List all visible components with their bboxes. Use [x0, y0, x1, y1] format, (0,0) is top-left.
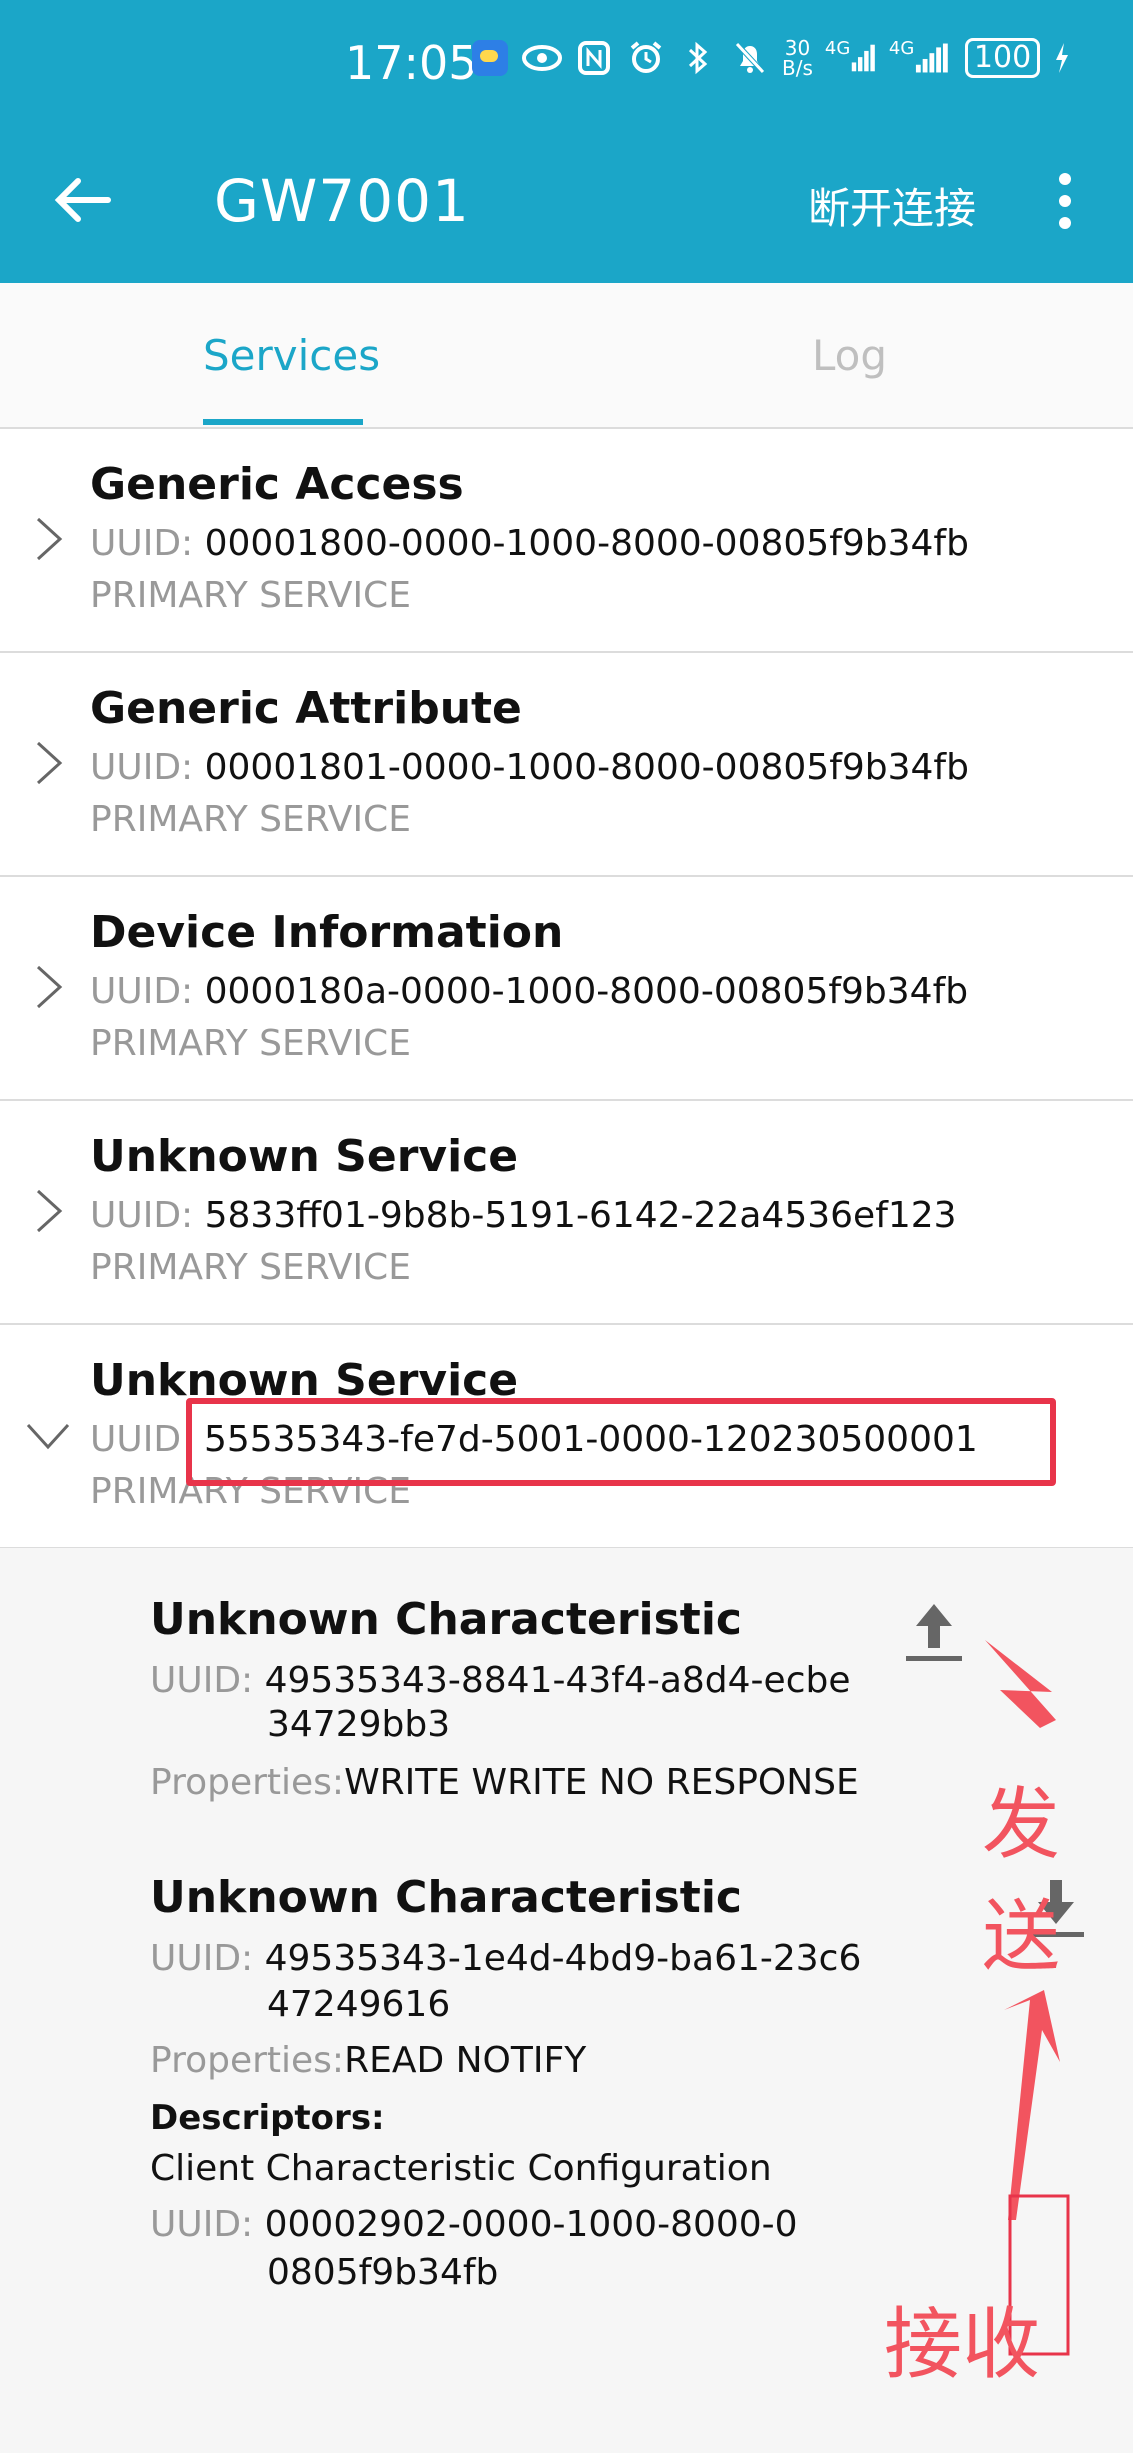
characteristic-name: Unknown Characteristic — [150, 1872, 742, 1923]
service-uuid: UUID: 00001801-0000-1000-8000-00805f9b34… — [90, 747, 969, 788]
descriptor-uuid-cont: 0805f9b34fb — [267, 2252, 499, 2293]
back-button[interactable] — [52, 175, 114, 225]
chevron-right-icon — [36, 965, 63, 1009]
service-uuid: UUID: 0000180a-0000-1000-8000-00805f9b34… — [90, 971, 969, 1012]
chevron-right-icon — [36, 1189, 63, 1233]
disconnect-button[interactable]: 断开连接 — [808, 175, 976, 236]
signal-icon-2: 4G — [889, 38, 953, 78]
characteristic-properties: Properties:READ NOTIFY — [150, 2040, 587, 2081]
chevron-down-icon — [26, 1423, 70, 1450]
mute-bell-icon — [730, 38, 770, 78]
bluetooth-icon — [678, 38, 718, 78]
device-title: GW7001 — [214, 167, 470, 235]
service-item-device-information[interactable]: Device Information UUID: 0000180a-0000-1… — [0, 877, 1133, 1101]
more-options-button[interactable] — [1050, 173, 1080, 229]
chevron-right-icon — [36, 741, 63, 785]
tab-log[interactable]: Log — [812, 331, 887, 380]
eye-icon — [522, 38, 562, 78]
service-name: Generic Attribute — [90, 683, 522, 734]
signal-icon-1: 4G — [825, 38, 877, 78]
service-name: Unknown Service — [90, 1131, 519, 1182]
service-uuid: UUID: 00001800-0000-1000-8000-00805f9b34… — [90, 523, 969, 564]
app-bar: 17:05 30 B/s 4G 4G 100 GW7001 断开连接 — [0, 0, 1133, 283]
characteristic-uuid: UUID: 49535343-1e4d-4bd9-ba61-23c6 — [150, 1938, 862, 1979]
chevron-right-icon — [36, 517, 63, 561]
service-uuid: UUID: 5833ff01-9b8b-5191-6142-22a4536ef1… — [90, 1195, 957, 1236]
characteristic-uuid: UUID: 49535343-8841-43f4-a8d4-ecbe — [150, 1660, 851, 1701]
characteristic-name: Unknown Characteristic — [150, 1594, 742, 1645]
network-speed: 30 B/s — [782, 36, 813, 80]
uuid-highlight-box — [186, 1398, 1056, 1486]
send-annotation: 发送 — [982, 1780, 1061, 1982]
status-bar: 17:05 30 B/s 4G 4G 100 — [0, 0, 1133, 125]
service-type: PRIMARY SERVICE — [90, 1247, 411, 1288]
service-item-generic-access[interactable]: Generic Access UUID: 00001800-0000-1000-… — [0, 429, 1133, 653]
alarm-icon — [626, 38, 666, 78]
receive-annotation: 接收 — [884, 2300, 1041, 2390]
descriptors-heading: Descriptors: — [150, 2098, 385, 2138]
service-item-unknown-1[interactable]: Unknown Service UUID: 5833ff01-9b8b-5191… — [0, 1101, 1133, 1325]
service-name: Generic Access — [90, 459, 464, 510]
service-item-generic-attribute[interactable]: Generic Attribute UUID: 00001801-0000-10… — [0, 653, 1133, 877]
battery-indicator: 100 — [964, 38, 1041, 78]
toolbar: GW7001 断开连接 — [0, 125, 1133, 283]
characteristic-uuid-cont: 47249616 — [267, 1984, 451, 2025]
service-type: PRIMARY SERVICE — [90, 1023, 411, 1064]
upload-icon[interactable] — [904, 1600, 964, 1664]
weather-icon — [470, 38, 510, 78]
nfc-icon — [574, 38, 614, 78]
service-type: PRIMARY SERVICE — [90, 575, 411, 616]
tab-active-indicator — [203, 419, 363, 425]
arrow-left-icon — [54, 178, 111, 222]
service-type: PRIMARY SERVICE — [90, 799, 411, 840]
descriptor-uuid: UUID: 00002902-0000-1000-8000-0 — [150, 2204, 798, 2245]
descriptor-name: Client Characteristic Configuration — [150, 2148, 772, 2189]
status-icons: 30 B/s 4G 4G 100 — [470, 38, 1072, 78]
service-name: Device Information — [90, 907, 564, 958]
tab-bar: Services Log — [0, 283, 1133, 429]
tab-services[interactable]: Services — [203, 331, 380, 380]
status-time: 17:05 — [345, 36, 478, 90]
characteristic-uuid-cont: 34729bb3 — [267, 1704, 451, 1745]
charging-icon — [1052, 38, 1072, 78]
characteristic-properties: Properties:WRITE WRITE NO RESPONSE — [150, 1762, 859, 1803]
